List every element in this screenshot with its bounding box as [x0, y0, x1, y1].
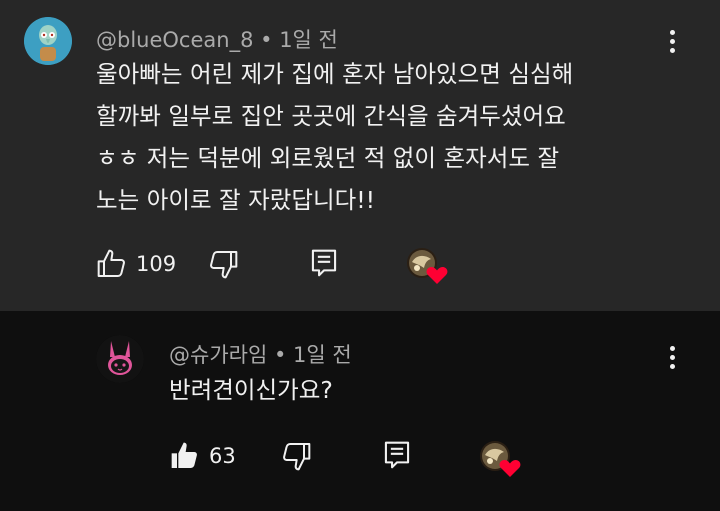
more-options-button[interactable] [660, 30, 684, 60]
reply-author-name[interactable]: @슈가라임 [169, 343, 267, 367]
author-name[interactable]: @blueOcean_8 [96, 28, 253, 52]
reply-like-button[interactable] [169, 440, 201, 476]
creator-heart-badge [405, 246, 448, 284]
reply-text: 반려견이신가요? [169, 376, 333, 404]
reply-creator-heart-badge [478, 439, 521, 477]
reply-dislike-button[interactable] [280, 440, 312, 476]
like-count: 109 [136, 252, 177, 276]
reply-thread-item: @슈가라임 • 1일 전 반려견이신가요? 63 [0, 311, 720, 511]
reply-more-options-button[interactable] [660, 346, 684, 376]
meta-separator: • [260, 28, 280, 52]
meta-separator: • [273, 343, 294, 367]
dot-icon [669, 346, 675, 351]
comment-line: 울아빠는 어린 제가 집에 혼자 남아있으면 심심해 [96, 60, 574, 88]
reply-button[interactable] [309, 247, 339, 283]
comment-meta: @blueOcean_8 • 1일 전 [96, 24, 338, 54]
dot-icon [669, 364, 675, 369]
reply-time[interactable]: 1일 전 [293, 343, 352, 367]
reply-meta: @슈가라임 • 1일 전 [169, 339, 352, 369]
dot-icon [669, 30, 675, 35]
thumb-up-outline-icon [97, 249, 125, 277]
dislike-button[interactable] [207, 248, 239, 284]
comment-time[interactable]: 1일 전 [279, 28, 338, 52]
comment-line: 할까봐 일부로 집안 곳곳에 간식을 숨겨두셨어요 [96, 102, 566, 130]
reply-author-avatar[interactable] [96, 335, 144, 383]
reply-comment-icon [311, 249, 337, 277]
squidward-avatar-icon [24, 17, 72, 65]
thumb-up-filled-icon [171, 442, 197, 468]
dot-icon [669, 355, 675, 360]
thumb-down-outline-icon [283, 443, 311, 471]
comment-line: 노는 아이로 잘 자랐답니다!! [96, 186, 376, 214]
reply-comment-icon [384, 441, 410, 469]
reply-like-count: 63 [209, 444, 236, 468]
creator-heart-icon [480, 441, 521, 477]
comment-line: ㅎㅎ 저는 덕분에 외로웠던 적 없이 혼자서도 잘 [96, 144, 560, 172]
bunny-avatar-icon [96, 335, 144, 383]
comment-thread-item: @blueOcean_8 • 1일 전 울아빠는 어린 제가 집에 혼자 남아있… [0, 0, 720, 311]
author-avatar[interactable] [24, 17, 72, 65]
dot-icon [669, 48, 675, 53]
reply-reply-button[interactable] [382, 439, 412, 475]
dot-icon [669, 39, 675, 44]
creator-heart-icon [407, 248, 448, 284]
thumb-down-outline-icon [210, 251, 238, 279]
like-button[interactable] [96, 248, 128, 284]
